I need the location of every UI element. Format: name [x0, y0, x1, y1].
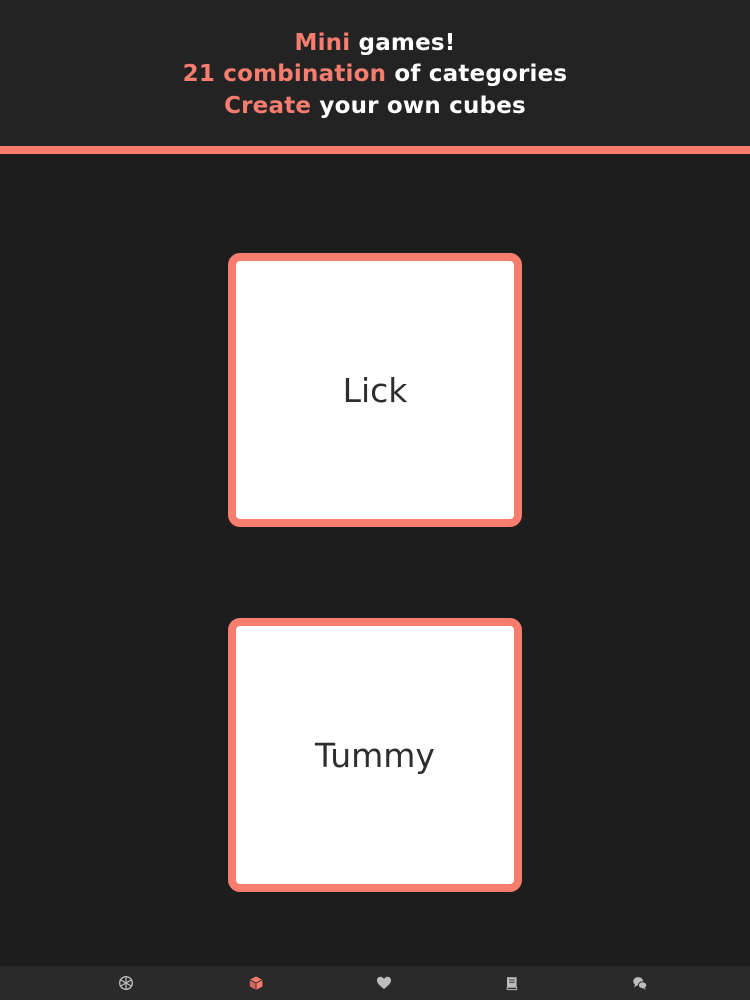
cube-body-part[interactable]: Tummy — [228, 618, 522, 892]
promo-accent-text: Mini — [294, 30, 351, 56]
promo-accent-text: Create — [224, 93, 312, 119]
promo-accent-text: 21 combination — [182, 61, 387, 87]
cube-icon — [249, 976, 263, 991]
tab-favorites[interactable] — [364, 966, 404, 1000]
promo-header: Mini games! 21 combination of categories… — [0, 0, 750, 146]
header-accent-stripe — [0, 146, 750, 154]
bottom-tab-bar — [0, 966, 750, 1000]
heart-icon — [377, 976, 391, 989]
promo-text: your own cubes — [311, 93, 526, 119]
tab-library[interactable] — [492, 966, 532, 1000]
chat-icon — [633, 977, 648, 990]
promo-line-mini-games: Mini games! — [0, 30, 750, 56]
cube-action[interactable]: Lick — [228, 253, 522, 527]
tab-cubes[interactable] — [236, 966, 276, 1000]
cube-body-part-word: Tummy — [315, 735, 435, 775]
app-screen: Mini games! 21 combination of categories… — [0, 0, 750, 1000]
dice-icon — [118, 975, 134, 991]
promo-text: of categories — [386, 61, 568, 87]
book-icon — [506, 977, 518, 991]
promo-line-create-cubes: Create your own cubes — [0, 93, 750, 119]
tab-chat[interactable] — [620, 966, 660, 1000]
cube-action-word: Lick — [342, 370, 408, 410]
promo-text: games! — [350, 30, 456, 56]
promo-line-combinations: 21 combination of categories — [0, 61, 750, 87]
tab-dice[interactable] — [106, 966, 146, 1000]
